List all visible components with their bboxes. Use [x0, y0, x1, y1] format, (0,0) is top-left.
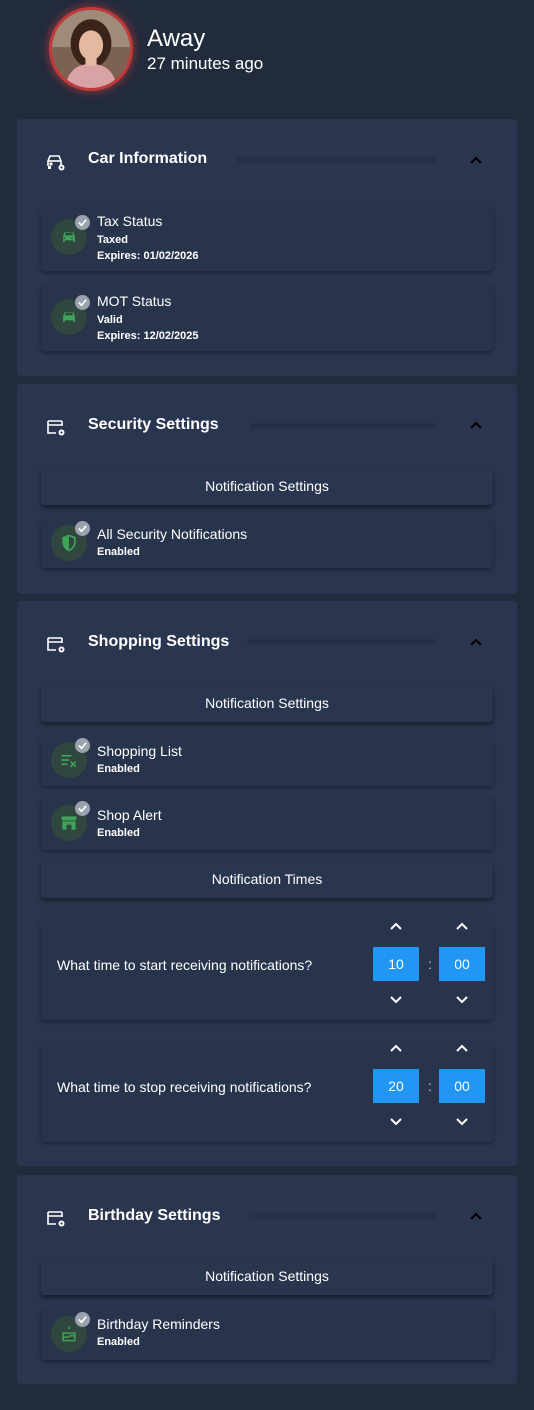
- start-time-row: What time to start receiving notificatio…: [41, 920, 493, 1020]
- check-icon: [75, 801, 90, 816]
- shopping-settings-card: Shopping Settings Notification Settings …: [17, 601, 517, 1166]
- start-time-label: What time to start receiving notificatio…: [57, 957, 313, 973]
- presence-status: Away: [147, 25, 206, 52]
- hour-up-chevron-icon[interactable]: [386, 1038, 406, 1058]
- notification-settings-button[interactable]: Notification Settings: [41, 684, 493, 722]
- item-title: Shopping List: [97, 743, 182, 759]
- notification-settings-button[interactable]: Notification Settings: [41, 1257, 493, 1295]
- item-expiry: Expires: 01/02/2026: [97, 250, 199, 262]
- card-title: Car Information: [88, 150, 208, 167]
- check-icon: [75, 738, 90, 753]
- cake-icon: [51, 1312, 90, 1352]
- item-title: All Security Notifications: [97, 526, 248, 542]
- stop-time-row: What time to stop receiving notification…: [41, 1042, 493, 1142]
- item-status: Taxed: [97, 234, 128, 246]
- list-item[interactable]: All Security Notifications Enabled: [41, 518, 493, 568]
- profile-header: Away 27 minutes ago: [0, 0, 534, 110]
- item-status: Enabled: [97, 827, 140, 839]
- card-divider: [250, 423, 437, 429]
- car-icon: [51, 215, 90, 255]
- item-status: Enabled: [97, 1336, 140, 1348]
- minute-down-chevron-icon[interactable]: [452, 990, 472, 1010]
- notification-times-button[interactable]: Notification Times: [41, 860, 493, 898]
- list-item[interactable]: Birthday Reminders Enabled: [41, 1308, 493, 1360]
- stop-minute-field[interactable]: 00: [439, 1069, 485, 1103]
- hour-down-chevron-icon[interactable]: [386, 1112, 406, 1132]
- security-settings-card: Security Settings Notification Settings …: [17, 384, 517, 594]
- card-divider: [249, 1213, 437, 1219]
- shield-icon: [51, 521, 90, 561]
- check-icon: [75, 295, 90, 310]
- time-separator: :: [428, 956, 432, 972]
- check-icon: [75, 1312, 90, 1327]
- avatar[interactable]: [49, 7, 133, 91]
- notification-settings-button[interactable]: Notification Settings: [41, 467, 493, 505]
- list-remove-icon: [51, 738, 90, 778]
- stop-time-label: What time to stop receiving notification…: [57, 1079, 312, 1095]
- item-title: Tax Status: [97, 213, 163, 229]
- start-hour-field[interactable]: 10: [373, 947, 419, 981]
- minute-up-chevron-icon[interactable]: [452, 916, 472, 936]
- card-header[interactable]: Shopping Settings: [17, 601, 517, 681]
- collapse-chevron-icon[interactable]: [466, 1206, 486, 1226]
- list-item[interactable]: MOT Status Valid Expires: 12/02/2025: [41, 285, 493, 351]
- car-icon: [51, 295, 90, 335]
- list-item[interactable]: Tax Status Taxed Expires: 01/02/2026: [41, 207, 493, 271]
- settings-list-icon: [44, 1206, 68, 1230]
- minute-up-chevron-icon[interactable]: [452, 1038, 472, 1058]
- check-icon: [75, 521, 90, 536]
- card-title: Shopping Settings: [88, 633, 230, 650]
- card-title: Birthday Settings: [88, 1207, 221, 1224]
- last-seen-time: 27 minutes ago: [147, 54, 264, 73]
- card-header[interactable]: Car Information: [17, 119, 517, 199]
- item-title: MOT Status: [97, 293, 172, 309]
- storefront-icon: [51, 801, 90, 841]
- card-divider: [237, 157, 437, 163]
- car-information-card: Car Information Tax Status Taxed Expires…: [17, 119, 517, 376]
- collapse-chevron-icon[interactable]: [466, 150, 486, 170]
- check-icon: [75, 215, 90, 230]
- start-minute-field[interactable]: 00: [439, 947, 485, 981]
- settings-list-icon: [44, 415, 68, 439]
- item-title: Shop Alert: [97, 807, 162, 823]
- birthday-settings-card: Birthday Settings Notification Settings …: [17, 1175, 517, 1384]
- card-title: Security Settings: [88, 416, 219, 433]
- item-expiry: Expires: 12/02/2025: [97, 330, 199, 342]
- stop-hour-field[interactable]: 20: [373, 1069, 419, 1103]
- settings-list-icon: [44, 632, 68, 656]
- item-title: Birthday Reminders: [97, 1316, 220, 1332]
- card-divider: [247, 639, 437, 645]
- collapse-chevron-icon[interactable]: [466, 415, 486, 435]
- collapse-chevron-icon[interactable]: [466, 632, 486, 652]
- minute-down-chevron-icon[interactable]: [452, 1112, 472, 1132]
- car-settings-icon: [44, 150, 68, 174]
- time-separator: :: [428, 1078, 432, 1094]
- card-header[interactable]: Birthday Settings: [17, 1175, 517, 1255]
- card-header[interactable]: Security Settings: [17, 384, 517, 464]
- item-status: Enabled: [97, 546, 140, 558]
- item-status: Valid: [97, 314, 123, 326]
- list-item[interactable]: Shopping List Enabled: [41, 736, 493, 786]
- item-status: Enabled: [97, 763, 140, 775]
- list-item[interactable]: Shop Alert Enabled: [41, 796, 493, 850]
- hour-down-chevron-icon[interactable]: [386, 990, 406, 1010]
- hour-up-chevron-icon[interactable]: [386, 916, 406, 936]
